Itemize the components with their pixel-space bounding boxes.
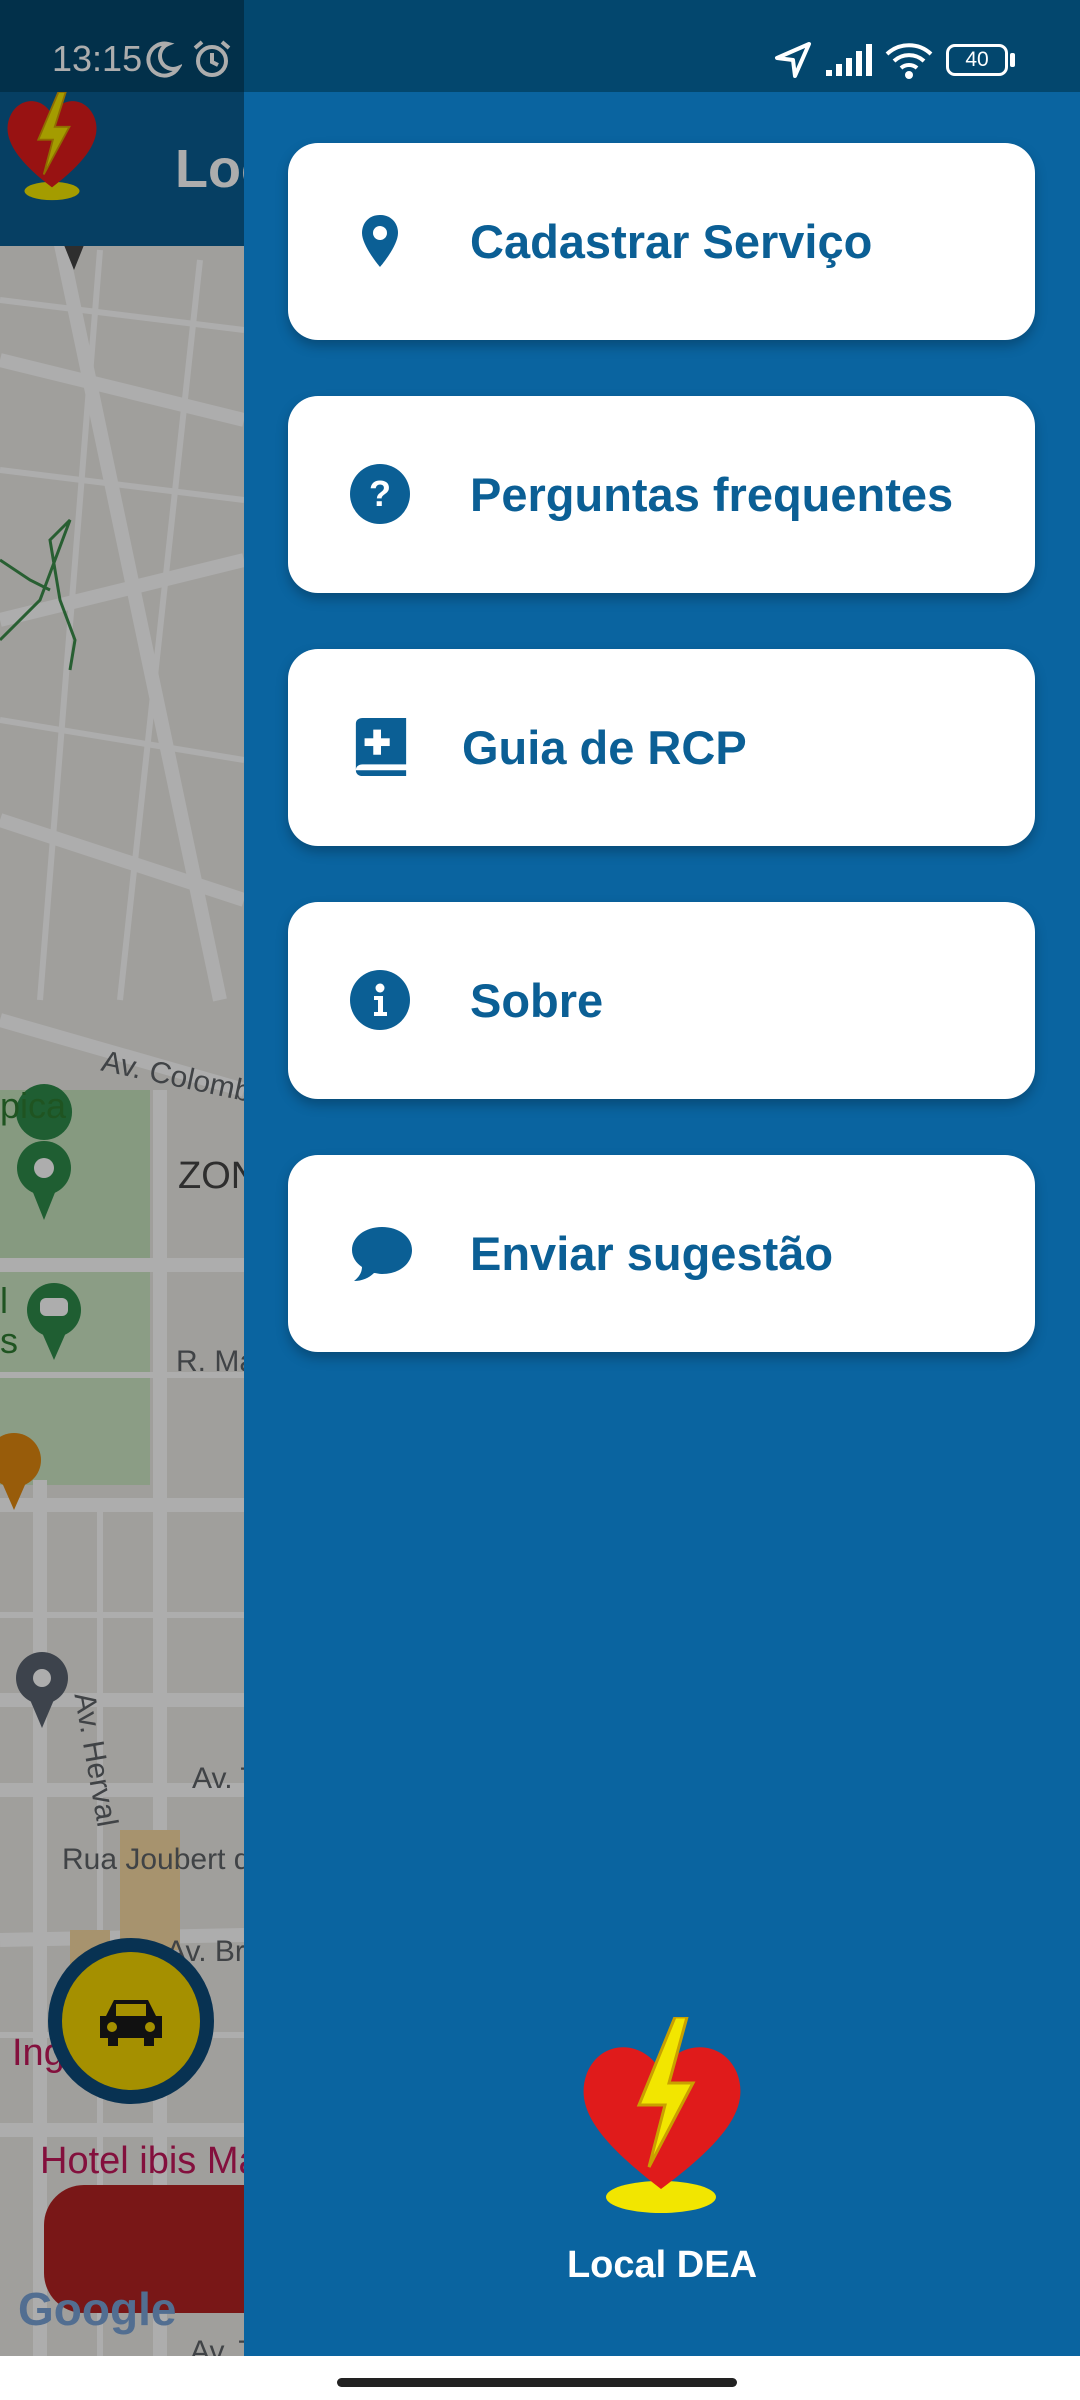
battery-level: 40: [965, 48, 989, 71]
info-icon: [350, 970, 410, 1030]
menu-item-cadastrar-servico[interactable]: Cadastrar Serviço: [288, 143, 1035, 340]
signal-icon: [826, 44, 872, 76]
menu-item-sobre[interactable]: Sobre: [288, 902, 1035, 1099]
svg-text:?: ?: [369, 473, 391, 514]
menu-item-label: Cadastrar Serviço: [470, 215, 873, 268]
status-bar-scrim: [0, 0, 244, 92]
menu-item-label: Perguntas frequentes: [470, 468, 954, 521]
battery-indicator: 40: [946, 44, 1008, 76]
menu-item-perguntas-frequentes[interactable]: ? Perguntas frequentes: [288, 396, 1035, 593]
menu-item-label: Sobre: [470, 974, 604, 1027]
location-pin-icon: [362, 215, 398, 267]
menu-item-label: Guia de RCP: [462, 721, 747, 774]
local-dea-logo-icon: [583, 2017, 741, 2213]
wifi-icon: [885, 43, 933, 79]
navigation-bar: [0, 2356, 1080, 2400]
location-arrow-icon: [775, 42, 811, 78]
drawer-app-name: Local DEA: [566, 2244, 758, 2286]
chat-bubble-icon: [352, 1227, 412, 1281]
menu-item-guia-de-rcp[interactable]: Guia de RCP: [288, 649, 1035, 846]
medical-book-icon: [355, 718, 407, 776]
menu-item-enviar-sugestao[interactable]: Enviar sugestão: [288, 1155, 1035, 1352]
status-bar: 13:15 40: [0, 0, 1080, 92]
menu-item-label: Enviar sugestão: [470, 1227, 834, 1280]
help-circle-icon: ?: [350, 464, 410, 524]
home-gesture-handle[interactable]: [337, 2378, 737, 2387]
battery-tip: [1010, 53, 1015, 67]
navigation-drawer: Cadastrar Serviço ? Perguntas frequentes…: [244, 92, 1080, 2356]
